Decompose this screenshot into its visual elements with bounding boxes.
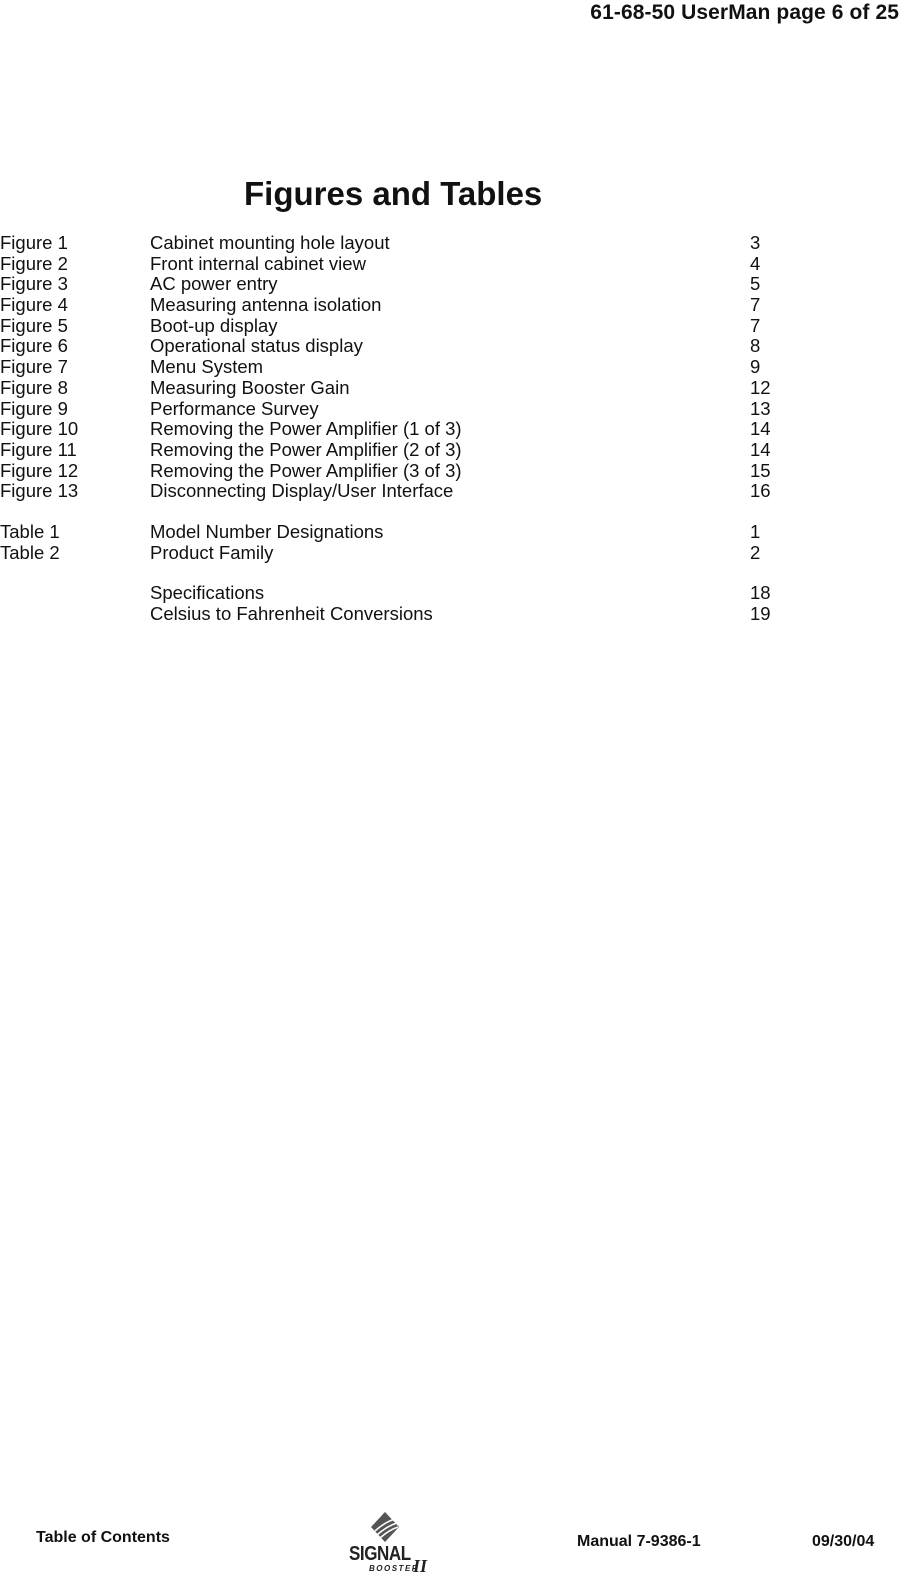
figures-list: Figure 1 Cabinet mounting hole layout 3 Fig… [0, 232, 903, 502]
logo-sub: BOOSTER [369, 1564, 420, 1573]
table-of-contents: Figure 1 Cabinet mounting hole layout 3 Fig… [0, 232, 903, 625]
toc-entry-page: 2 [750, 541, 761, 563]
toc-entry-label: Figure 8 [0, 376, 68, 398]
toc-entry-title: Front internal cabinet view [150, 252, 366, 274]
toc-entry: Figure 4 Measuring antenna isolation 7 [0, 294, 903, 316]
toc-entry-page: 12 [750, 376, 771, 398]
toc-entry: Figure 9 Performance Survey 13 [0, 397, 903, 420]
page-title: Figures and Tables [244, 175, 543, 212]
toc-entry-title: Disconnecting Display/User Interface [150, 480, 454, 502]
toc-entry-title: Model Number Designations [150, 520, 384, 542]
logo-roman: II [413, 1556, 428, 1576]
toc-entry-title: Operational status display [150, 335, 363, 357]
tables-list: Table 1 Model Number Designations 1 Table 2… [0, 520, 903, 564]
diamond-wave-icon [371, 1512, 399, 1542]
toc-entry: Table 2 Product Family 2 [0, 541, 903, 564]
toc-entry-label: Figure 7 [0, 356, 68, 378]
toc-entry-page: 9 [750, 356, 761, 378]
toc-entry-title: Cabinet mounting hole layout [150, 232, 390, 253]
toc-entry-page: 8 [750, 335, 761, 357]
toc-entry: Specifications 18 [0, 583, 903, 604]
toc-entry: Figure 5 Boot-up display 7 [0, 314, 903, 337]
toc-entry-page: 7 [750, 314, 761, 336]
footer-manual-number: Manual 7-9386-1 [577, 1533, 701, 1550]
toc-entry: Table 1 Model Number Designations 1 [0, 520, 903, 543]
toc-entry-page: 4 [750, 252, 761, 274]
toc-entry: Figure 11 Removing the Power Amplifier (2… [0, 438, 903, 461]
toc-entry: Figure 13 Disconnecting Display/User Inte… [0, 481, 903, 502]
toc-entry-label: Figure 2 [0, 252, 68, 274]
toc-entry-title: Removing the Power Amplifier (2 of 3) [150, 438, 462, 460]
toc-entry-label: Table 1 [0, 520, 60, 542]
toc-entry-title: Removing the Power Amplifier (3 of 3) [150, 459, 462, 481]
toc-entry: Figure 2 Front internal cabinet view 4 [0, 252, 903, 275]
toc-entry-title: Removing the Power Amplifier (1 of 3) [150, 418, 462, 440]
toc-entry: Figure 1 Cabinet mounting hole layout 3 [0, 232, 903, 254]
toc-entry-title: Measuring antenna isolation [150, 294, 382, 316]
toc-entry: Figure 3 AC power entry 5 [0, 274, 903, 295]
signal-booster-logo-icon: SIGNAL BOOSTER II [345, 1510, 435, 1576]
toc-entry-label: Figure 6 [0, 335, 68, 357]
toc-entry-title: Boot-up display [150, 314, 278, 336]
toc-entry-title: Performance Survey [150, 397, 319, 419]
toc-entry-page: 3 [750, 232, 761, 253]
toc-entry: Figure 10 Removing the Power Amplifier (1… [0, 418, 903, 440]
toc-entry-page: 18 [750, 582, 771, 604]
footer-section-label: Table of Contents [36, 1529, 170, 1546]
toc-entry: Figure 12 Removing the Power Amplifier (3… [0, 459, 903, 482]
toc-entry-page: 7 [750, 294, 761, 316]
toc-entry-title: Specifications [150, 582, 265, 604]
footer-date: 09/30/04 [812, 1533, 875, 1550]
toc-entry-label: Figure 13 [0, 480, 79, 502]
toc-entry-page: 13 [750, 397, 771, 419]
toc-entry-page: 19 [750, 603, 771, 624]
toc-entry-label: Figure 11 [0, 438, 77, 460]
toc-entry-label: Figure 9 [0, 397, 68, 419]
toc-entry-page: 16 [750, 480, 771, 502]
toc-entry-title: Measuring Booster Gain [150, 376, 350, 398]
toc-entry-label: Figure 4 [0, 294, 68, 316]
page-header: 61-68-50 UserMan page 6 of 25 [590, 1, 899, 24]
toc-entry-page: 5 [750, 273, 761, 295]
toc-entry-page: 1 [750, 520, 761, 542]
toc-entry-title: AC power entry [150, 273, 278, 295]
toc-entry-title: Product Family [150, 541, 274, 563]
logo-word: SIGNAL [349, 1543, 411, 1565]
toc-entry-label: Figure 12 [0, 459, 79, 481]
toc-entry: Figure 7 Menu System 9 [0, 356, 903, 378]
toc-entry-label: Figure 1 [0, 232, 68, 253]
other-list: Specifications 18 Celsius to Fahrenheit Co… [0, 583, 903, 624]
toc-entry-label: Figure 5 [0, 314, 68, 336]
toc-entry: Celsius to Fahrenheit Conversions 19 [0, 603, 903, 625]
toc-entry: Figure 6 Operational status display 8 [0, 336, 903, 357]
toc-entry-title: Menu System [150, 356, 264, 378]
toc-entry-label: Figure 10 [0, 418, 79, 440]
toc-entry: Figure 8 Measuring Booster Gain 12 [0, 376, 903, 399]
toc-entry-label: Table 2 [0, 541, 60, 563]
toc-entry-label: Figure 3 [0, 273, 68, 295]
toc-entry-page: 14 [750, 438, 771, 460]
toc-entry-page: 15 [750, 459, 771, 481]
toc-entry-page: 14 [750, 418, 771, 440]
toc-entry-title: Celsius to Fahrenheit Conversions [150, 603, 433, 624]
